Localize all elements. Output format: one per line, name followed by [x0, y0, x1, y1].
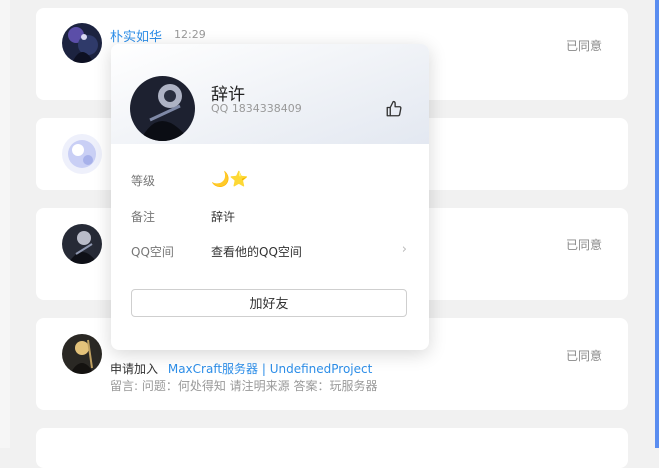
status-label: 已同意 [565, 39, 602, 53]
status-label: 已同意 [565, 349, 602, 363]
qzone-label: QQ空间 [131, 245, 174, 259]
avatar[interactable] [62, 134, 102, 174]
window-edge [655, 0, 659, 448]
request-card [36, 428, 628, 468]
thumbs-up-icon[interactable] [385, 100, 403, 118]
level-icons: 🌙⭐ [211, 170, 249, 188]
apply-prefix: 申请加入 [110, 362, 159, 376]
level-label: 等级 [131, 174, 156, 188]
requester-name[interactable]: 朴实如华 [110, 26, 162, 45]
remark-value: 辞许 [211, 210, 236, 224]
profile-avatar[interactable] [130, 76, 195, 141]
qzone-link[interactable]: 查看他的QQ空间 [211, 243, 302, 260]
chevron-right-icon[interactable]: › [402, 242, 407, 257]
remark-label: 备注 [131, 210, 156, 224]
profile-qq-number: QQ 1834338409 [211, 102, 302, 115]
avatar[interactable] [62, 224, 102, 264]
group-link[interactable]: MaxCraft服务器 | UndefinedProject [168, 362, 372, 376]
profile-popup: 辞许 QQ 1834338409 等级 🌙⭐ 备注 辞许 QQ空间 查看他的QQ… [111, 44, 429, 350]
avatar[interactable] [62, 23, 102, 63]
avatar[interactable] [62, 334, 102, 374]
status-label: 已同意 [565, 238, 602, 252]
apply-line: 申请加入 MaxCraft服务器 | UndefinedProject [110, 360, 372, 377]
apply-message: 留言: 问题：何处得知 请注明来源 答案：玩服务器 [110, 379, 378, 393]
request-time: 12:29 [174, 28, 206, 41]
add-friend-button[interactable]: 加好友 [131, 289, 407, 317]
sidebar-edge [0, 0, 10, 448]
